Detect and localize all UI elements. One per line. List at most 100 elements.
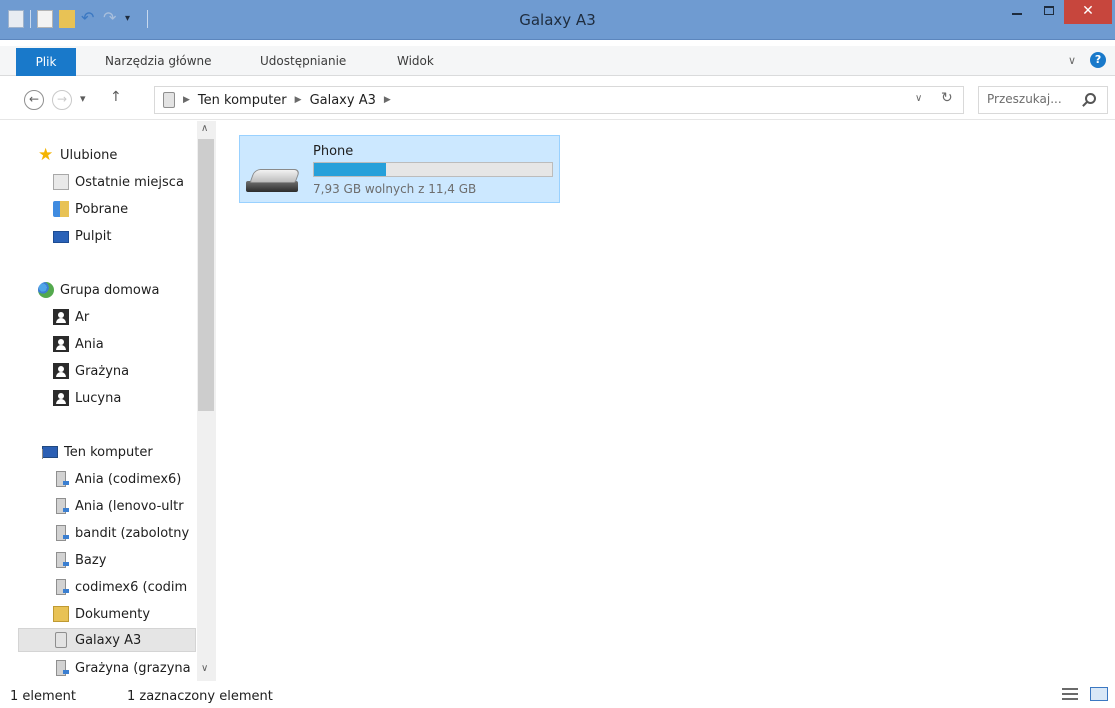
sidebar-item-desktop[interactable]: Pulpit <box>53 224 196 248</box>
breadcrumb-chevron-icon[interactable]: ▶ <box>183 95 190 105</box>
breadcrumb-this-pc[interactable]: Ten komputer <box>198 93 287 108</box>
tab-file[interactable]: Plik <box>16 48 76 76</box>
sidebar-item-homegroup[interactable]: Grupa domowa <box>38 278 196 302</box>
details-view-line <box>1062 688 1078 690</box>
sidebar-item-label: Grażyna (grazyna <box>75 660 191 676</box>
sidebar-item-label: Ania (codimex6) <box>75 471 182 487</box>
sidebar-item-label: codimex6 (codim <box>75 579 188 595</box>
drive-icon-top <box>249 169 301 183</box>
recent-locations-chevron-icon[interactable]: ▾ <box>80 92 86 105</box>
details-view-line <box>1062 693 1078 695</box>
removable-drive-icon <box>246 169 302 195</box>
network-drive-icon <box>56 498 69 514</box>
scrollbar-thumb[interactable] <box>198 139 214 411</box>
user-icon <box>53 363 69 379</box>
recent-places-icon <box>53 174 69 190</box>
sidebar-item-label: Ania (lenovo-ultr <box>75 498 184 514</box>
desktop-icon <box>53 231 69 243</box>
minimize-icon <box>1012 13 1022 15</box>
sidebar-item-network-drive[interactable]: Grażyna (grazyna <box>53 656 196 680</box>
window-title: Galaxy A3 <box>519 11 596 29</box>
details-view-icon[interactable] <box>1062 687 1078 701</box>
sidebar-item-user-ar[interactable]: Ar <box>53 305 196 329</box>
item-count: 1 element <box>10 689 77 704</box>
network-drive-icon <box>56 552 69 568</box>
sidebar-item-label: Ostatnie miejsca <box>75 174 184 190</box>
sidebar-item-label: Ulubione <box>60 147 118 163</box>
navigation-pane: ★ Ulubione Ostatnie miejsca Pobrane Pulp… <box>0 121 216 681</box>
breadcrumb-galaxy-a3[interactable]: Galaxy A3 <box>310 93 376 108</box>
capacity-bar-fill <box>314 163 387 176</box>
address-history-chevron-icon[interactable]: ∨ <box>915 93 922 104</box>
sidebar-item-label: Grupa domowa <box>60 282 160 298</box>
user-icon <box>53 336 69 352</box>
details-view-line <box>1062 698 1078 700</box>
sidebar-item-label: Galaxy A3 <box>75 632 142 648</box>
drive-tile-phone[interactable]: Phone 7,93 GB wolnych z 11,4 GB <box>239 135 560 203</box>
close-button[interactable]: ✕ <box>1064 0 1112 24</box>
downloads-folder-icon <box>53 201 69 217</box>
search-box[interactable] <box>978 86 1108 114</box>
network-drive-icon <box>56 471 69 487</box>
sidebar-item-label: Ar <box>75 309 90 325</box>
sidebar-item-this-pc[interactable]: Ten komputer <box>42 440 196 464</box>
scroll-up-chevron-icon[interactable]: ∧ <box>201 123 208 134</box>
selection-count: 1 zaznaczony element <box>127 689 273 704</box>
sidebar-item-user-grazyna[interactable]: Grażyna <box>53 359 196 383</box>
sidebar-item-documents[interactable]: Dokumenty <box>53 602 196 626</box>
sidebar-item-label: Ania <box>75 336 104 352</box>
breadcrumb: ▶ Ten komputer ▶ Galaxy A3 ▶ <box>161 92 391 108</box>
network-drive-icon <box>56 579 69 595</box>
user-icon <box>53 309 69 325</box>
breadcrumb-chevron-icon[interactable]: ▶ <box>295 95 302 105</box>
sidebar-item-label: Bazy <box>75 552 107 568</box>
search-icon[interactable] <box>1085 93 1096 104</box>
capacity-bar <box>313 162 553 177</box>
search-input[interactable] <box>987 92 1083 106</box>
status-bar: 1 element 1 zaznaczony element <box>0 681 1115 708</box>
sidebar-item-favorites[interactable]: ★ Ulubione <box>38 143 196 167</box>
sidebar-item-label: Grażyna <box>75 363 130 379</box>
sidebar-item-downloads[interactable]: Pobrane <box>53 197 196 221</box>
sidebar-item-network-drive[interactable]: bandit (zabolotny <box>53 521 196 545</box>
title-bar: ↶ ↷ ▾ Galaxy A3 ✕ <box>0 0 1115 40</box>
large-icons-view-icon[interactable] <box>1090 687 1108 701</box>
sidebar-item-label: Dokumenty <box>75 606 151 622</box>
help-icon[interactable]: ? <box>1090 52 1107 68</box>
tab-home[interactable]: Narzędzia główne <box>105 54 212 68</box>
refresh-icon[interactable]: ↻ <box>941 90 953 106</box>
sidebar-item-user-ania[interactable]: Ania <box>53 332 196 356</box>
expand-ribbon-chevron-icon[interactable]: ∨ <box>1068 54 1076 67</box>
sidebar-item-galaxy-a3[interactable]: Galaxy A3 <box>18 628 196 652</box>
ribbon-right-controls: ∨ ? <box>1068 52 1107 68</box>
maximize-icon <box>1044 6 1054 15</box>
drive-free-space: 7,93 GB wolnych z 11,4 GB <box>313 182 477 196</box>
sidebar-item-label: Pulpit <box>75 228 112 244</box>
tab-share[interactable]: Udostępnianie <box>260 54 346 68</box>
computer-icon <box>42 446 58 459</box>
network-drive-icon <box>56 660 69 676</box>
phone-icon <box>163 92 175 108</box>
scroll-down-chevron-icon[interactable]: ∨ <box>201 663 208 674</box>
navigation-pane-scrollbar[interactable]: ∧ ∨ <box>197 121 215 681</box>
network-drive-icon <box>56 525 69 541</box>
sidebar-item-label: Lucyna <box>75 390 122 406</box>
back-button[interactable]: ← <box>24 90 44 110</box>
sidebar-item-network-drive[interactable]: Bazy <box>53 548 196 572</box>
phone-icon <box>55 632 67 648</box>
up-button[interactable]: ↑ <box>110 89 122 105</box>
documents-icon <box>53 606 69 622</box>
user-icon <box>53 390 69 406</box>
tab-view[interactable]: Widok <box>397 54 434 68</box>
address-bar[interactable]: ▶ Ten komputer ▶ Galaxy A3 ▶ ∨ ↻ <box>154 86 964 114</box>
breadcrumb-chevron-icon[interactable]: ▶ <box>384 95 391 105</box>
sidebar-item-recent-places[interactable]: Ostatnie miejsca <box>53 170 196 194</box>
sidebar-item-network-drive[interactable]: codimex6 (codim <box>53 575 196 599</box>
forward-button[interactable]: → <box>52 90 72 110</box>
maximize-button[interactable] <box>1032 0 1066 24</box>
sidebar-item-network-drive[interactable]: Ania (lenovo-ultr <box>53 494 196 518</box>
sidebar-item-user-lucyna[interactable]: Lucyna <box>53 386 196 410</box>
sidebar-item-network-drive[interactable]: Ania (codimex6) <box>53 467 196 491</box>
sidebar-item-label: Ten komputer <box>64 444 153 460</box>
minimize-button[interactable] <box>1000 0 1034 24</box>
